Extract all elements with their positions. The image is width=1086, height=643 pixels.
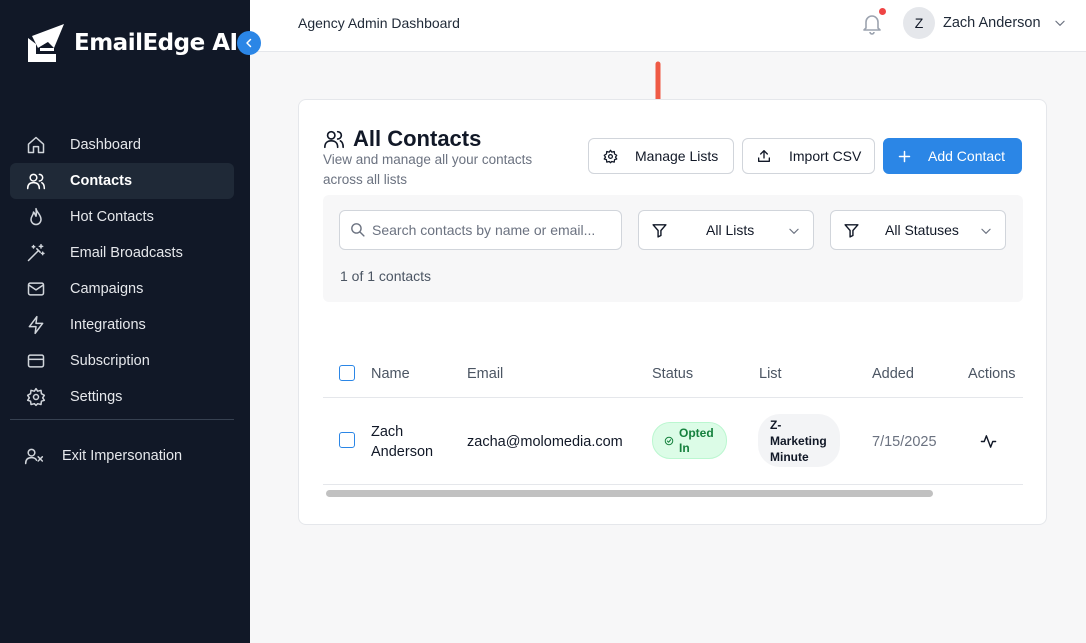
search-input[interactable] [372, 211, 612, 249]
table-header: Name Email Status List Added Actions [323, 352, 1023, 398]
sidebar-item-label: Campaigns [70, 281, 144, 297]
contact-name[interactable]: Zach Anderson [371, 422, 451, 462]
logo-mark-icon [28, 24, 64, 62]
sidebar-item-settings[interactable]: Settings [10, 379, 234, 415]
sidebar: EmailEdge AI Dashboard Contacts Hot Cont… [0, 0, 250, 643]
sidebar-item-label: Integrations [70, 317, 146, 333]
user-x-icon [24, 446, 44, 466]
exit-impersonation-label: Exit Impersonation [62, 448, 183, 464]
sidebar-item-label: Dashboard [70, 137, 141, 153]
avatar[interactable]: Z [903, 7, 935, 39]
magic-wand-icon [26, 243, 46, 263]
filter-icon [652, 224, 667, 238]
sidebar-item-label: Hot Contacts [70, 209, 154, 225]
sidebar-item-label: Settings [70, 389, 123, 405]
status-filter-select[interactable]: All Statuses [830, 210, 1006, 250]
notification-dot [879, 8, 886, 15]
add-contact-label: Add Contact [928, 148, 1006, 164]
lightning-icon [26, 315, 46, 335]
horizontal-scrollbar[interactable] [323, 488, 1023, 498]
column-header-status[interactable]: Status [652, 366, 693, 382]
card-title-row: All Contacts [323, 126, 481, 152]
row-checkbox[interactable] [339, 432, 355, 448]
column-header-actions: Actions [968, 366, 1016, 382]
chevron-down-icon[interactable] [1053, 16, 1067, 30]
status-text: Opted In [679, 425, 714, 455]
search-icon [351, 223, 365, 237]
sidebar-item-label: Contacts [70, 173, 133, 189]
contact-email: zacha@molomedia.com [467, 434, 623, 450]
chevron-left-icon [246, 38, 252, 48]
page-subtitle: View and manage all your contacts across… [323, 152, 533, 187]
list-badge: Z-Marketing Minute [758, 414, 840, 467]
select-all-checkbox[interactable] [339, 365, 355, 381]
credit-card-icon [26, 351, 46, 371]
scrollbar-thumb[interactable] [326, 490, 933, 497]
sidebar-item-hot-contacts[interactable]: Hot Contacts [10, 199, 234, 235]
list-name: Z-Marketing Minute [770, 417, 827, 464]
avatar-initial: Z [914, 15, 924, 31]
column-header-email[interactable]: Email [467, 366, 503, 382]
sidebar-nav: Dashboard Contacts Hot Contacts Email Br… [10, 127, 234, 415]
list-filter-select[interactable]: All Lists [638, 210, 814, 250]
user-name[interactable]: Zach Anderson [943, 15, 1041, 31]
table-row[interactable]: Zach Anderson zacha@molomedia.com Opted … [323, 398, 1023, 485]
gear-icon [26, 387, 46, 407]
sidebar-collapse-button[interactable] [237, 31, 261, 55]
activity-icon[interactable] [980, 433, 997, 450]
page-title: All Contacts [353, 126, 482, 151]
plus-icon [897, 149, 912, 164]
import-csv-label: Import CSV [789, 148, 862, 164]
home-icon [26, 135, 46, 155]
list-filter-value: All Lists [706, 222, 755, 238]
top-header: Agency Admin Dashboard Z Zach Anderson [250, 0, 1086, 52]
filter-icon [844, 224, 859, 238]
logo[interactable]: EmailEdge AI [24, 22, 238, 64]
users-icon [324, 130, 344, 149]
chevron-down-icon [981, 228, 991, 234]
sidebar-item-contacts[interactable]: Contacts [10, 163, 234, 199]
column-header-added[interactable]: Added [872, 366, 914, 382]
gear-icon [603, 149, 618, 164]
sidebar-item-subscription[interactable]: Subscription [10, 343, 234, 379]
sidebar-item-label: Email Broadcasts [70, 245, 183, 261]
flame-icon [26, 207, 46, 227]
exit-impersonation-button[interactable]: Exit Impersonation [10, 438, 234, 474]
column-header-name[interactable]: Name [371, 366, 410, 382]
users-icon [26, 171, 46, 191]
upload-icon [756, 148, 772, 164]
sidebar-item-campaigns[interactable]: Campaigns [10, 271, 234, 307]
sidebar-divider [10, 419, 234, 420]
contact-count: 1 of 1 contacts [340, 268, 432, 284]
sidebar-item-label: Subscription [70, 353, 150, 369]
manage-lists-label: Manage Lists [635, 148, 719, 164]
status-badge: Opted In [652, 422, 727, 459]
added-date: 7/15/2025 [872, 434, 937, 450]
check-circle-icon [664, 436, 674, 445]
sidebar-item-integrations[interactable]: Integrations [10, 307, 234, 343]
add-contact-button[interactable]: Add Contact [883, 138, 1022, 174]
filter-panel: All Lists All Statuses 1 of 1 contacts [323, 195, 1023, 302]
import-csv-button[interactable]: Import CSV [742, 138, 875, 174]
header-title: Agency Admin Dashboard [298, 15, 460, 31]
contacts-card: All Contacts View and manage all your co… [298, 99, 1047, 525]
sidebar-item-email-broadcasts[interactable]: Email Broadcasts [10, 235, 234, 271]
brand-name: EmailEdge AI [74, 30, 238, 56]
column-header-list[interactable]: List [759, 366, 782, 382]
status-filter-value: All Statuses [885, 222, 959, 238]
search-box[interactable] [339, 210, 622, 250]
mail-icon [26, 279, 46, 299]
chevron-down-icon [789, 228, 799, 234]
manage-lists-button[interactable]: Manage Lists [588, 138, 734, 174]
sidebar-item-dashboard[interactable]: Dashboard [10, 127, 234, 163]
